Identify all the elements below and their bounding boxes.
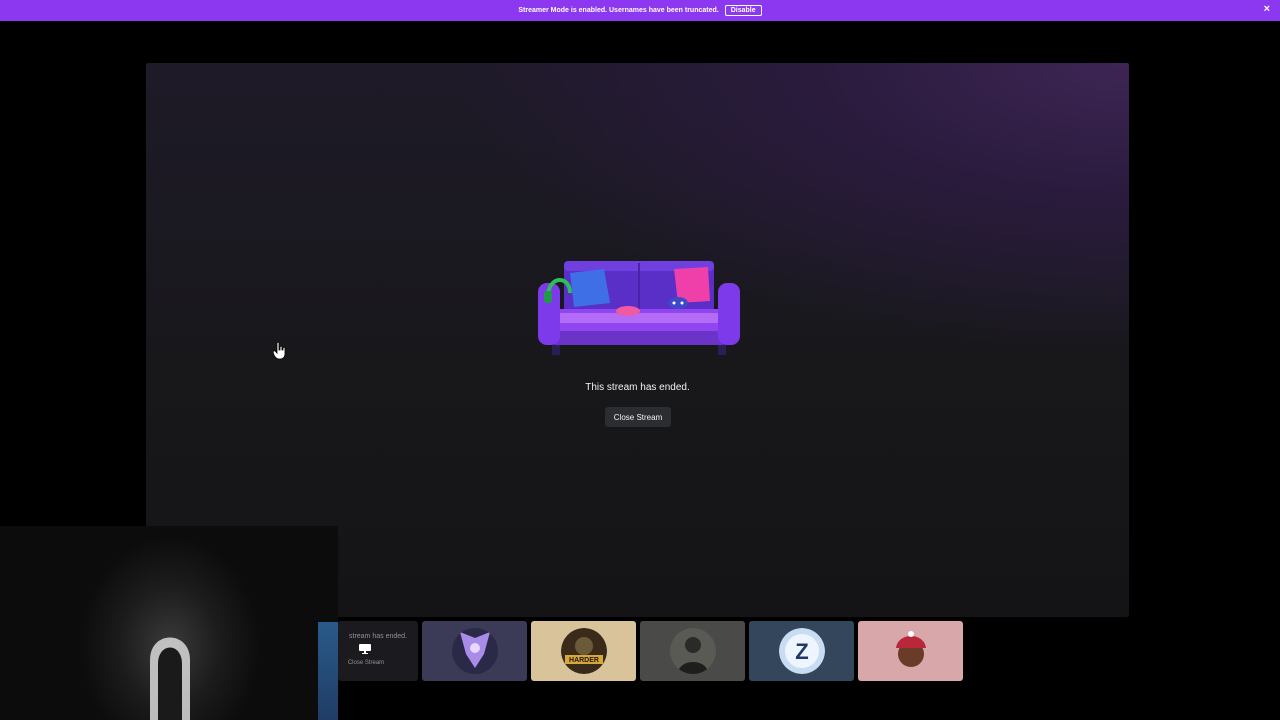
self-close-stream-label: Close Stream [347,660,385,666]
character-avatar [887,628,934,674]
close-stream-button[interactable]: Close Stream [605,407,671,427]
participant-tile-2[interactable]: HARDER [531,621,636,681]
z-logo-text: Z [795,639,808,664]
portrait-avatar [669,628,716,674]
self-stream-ended-text: stream has ended. [349,633,407,640]
harder-logo-text: HARDER [569,657,599,664]
self-stream-tile[interactable]: stream has ended. Close Stream [338,621,418,681]
streamer-mode-message: Streamer Mode is enabled. Usernames have… [518,7,719,14]
gaming-chair-image [150,637,190,720]
close-icon[interactable]: × [1264,3,1270,15]
monitor-glow [318,622,338,720]
winged-figure-avatar [451,628,498,674]
participant-tile-4[interactable]: Z [749,621,854,681]
z-logo-avatar: Z [778,628,825,674]
participant-tile-5[interactable] [858,621,963,681]
disable-streamer-mode-button[interactable]: Disable [724,5,762,16]
participant-tile-3[interactable] [640,621,745,681]
screen-share-icon [359,644,371,654]
harder-logo-avatar: HARDER [560,628,607,674]
couch-illustration [538,261,740,355]
hand-cursor-icon [273,342,286,360]
participant-tile-1[interactable] [422,621,527,681]
participant-strip: stream has ended. Close Stream HARDER Z [338,621,963,681]
stream-ended-message: This stream has ended. [585,382,690,393]
streamer-mode-banner: Streamer Mode is enabled. Usernames have… [0,0,1280,21]
webcam-overlay [0,526,338,720]
